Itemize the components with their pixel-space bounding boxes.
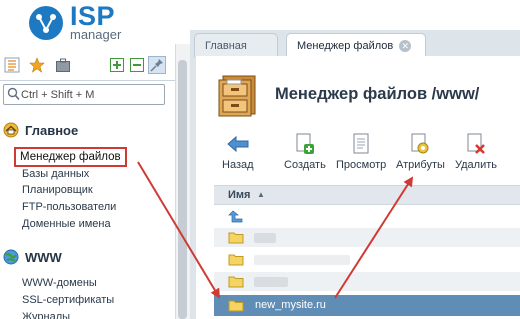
attributes-gear-icon	[411, 133, 429, 154]
folder-icon	[228, 232, 244, 244]
back-button[interactable]: Назад	[222, 133, 254, 175]
create-label: Создать	[284, 159, 326, 171]
sidebar-group-title: WWW	[25, 249, 62, 265]
tab-label: Главная	[205, 39, 247, 52]
new-file-icon	[296, 133, 314, 154]
table-row[interactable]	[214, 228, 520, 247]
logo-icon	[29, 6, 63, 40]
sidebar-scroll-thumb[interactable]	[178, 60, 187, 319]
file-name: new_mysite.ru	[255, 299, 326, 311]
folder-icon	[228, 300, 244, 312]
up-directory-icon	[228, 210, 243, 223]
briefcase-icon[interactable]	[54, 56, 72, 74]
globe-icon	[3, 249, 19, 265]
star-icon[interactable]	[28, 56, 46, 74]
pin-icon[interactable]	[148, 56, 166, 74]
blurred-file-name	[254, 233, 276, 243]
sidebar-item-www-domains[interactable]: WWW-домены	[22, 276, 97, 290]
selected-table-row[interactable]: new_mysite.ru	[214, 295, 520, 316]
toolbar-divider	[0, 80, 176, 81]
search-box[interactable]	[3, 84, 165, 105]
attributes-button[interactable]: Атрибуты	[396, 133, 445, 175]
sidebar-item-domain-names[interactable]: Доменные имена	[22, 217, 111, 231]
close-icon[interactable]: ✕	[399, 39, 412, 52]
parent-directory-row[interactable]	[214, 207, 520, 226]
create-button[interactable]: Создать	[284, 133, 326, 175]
sidebar-item-logs[interactable]: Журналы	[22, 310, 70, 319]
blurred-file-name	[254, 255, 350, 265]
sidebar-group-title: Главное	[25, 122, 79, 138]
sidebar-item-databases[interactable]: Базы данных	[22, 167, 89, 181]
sidebar-item-ftp-users[interactable]: FTP-пользователи	[22, 200, 116, 214]
sidebar-group-www[interactable]: WWW	[3, 248, 62, 266]
folder-icon	[228, 254, 244, 266]
view-document-icon	[353, 133, 369, 154]
column-name-header[interactable]: Имя	[228, 189, 250, 201]
delete-label: Удалить	[455, 159, 497, 171]
back-label: Назад	[222, 159, 254, 171]
view-label: Просмотр	[336, 159, 387, 171]
tree-icon[interactable]	[3, 56, 21, 74]
folder-icon	[228, 276, 244, 288]
tab-label: Менеджер файлов	[297, 39, 394, 52]
expand-icon[interactable]	[108, 56, 126, 74]
sidebar-item-scheduler[interactable]: Планировщик	[22, 183, 93, 197]
delete-button[interactable]: Удалить	[455, 133, 497, 175]
sort-ascending-icon[interactable]: ▲	[257, 190, 265, 199]
table-row[interactable]	[214, 250, 520, 269]
blurred-file-name	[254, 277, 288, 287]
page-title: Менеджер файлов /www/	[275, 85, 480, 103]
arrow-left-icon	[227, 135, 249, 153]
isp-manager-logo: ISP manager	[28, 2, 188, 42]
tab-main[interactable]: Главная	[194, 33, 278, 57]
search-input[interactable]	[21, 86, 161, 103]
attributes-label: Атрибуты	[396, 159, 445, 171]
tab-file-manager[interactable]: Менеджер файлов ✕	[286, 33, 426, 57]
file-cabinet-icon	[218, 75, 256, 117]
search-icon	[7, 87, 20, 101]
logo-manager-text: manager	[70, 27, 122, 42]
view-button[interactable]: Просмотр	[336, 133, 386, 175]
table-row[interactable]	[214, 272, 520, 291]
logo-isp-text: ISP	[70, 1, 116, 31]
file-list-header[interactable]: Имя ▲	[214, 185, 520, 205]
sidebar-item-ssl-certificates[interactable]: SSL-сертификаты	[22, 293, 114, 307]
home-group-icon	[3, 122, 19, 138]
sidebar-group-main[interactable]: Главное	[3, 121, 78, 139]
sidebar-item-file-manager[interactable]: Менеджер файлов	[14, 147, 127, 167]
collapse-icon[interactable]	[128, 56, 146, 74]
delete-file-icon	[467, 133, 485, 154]
